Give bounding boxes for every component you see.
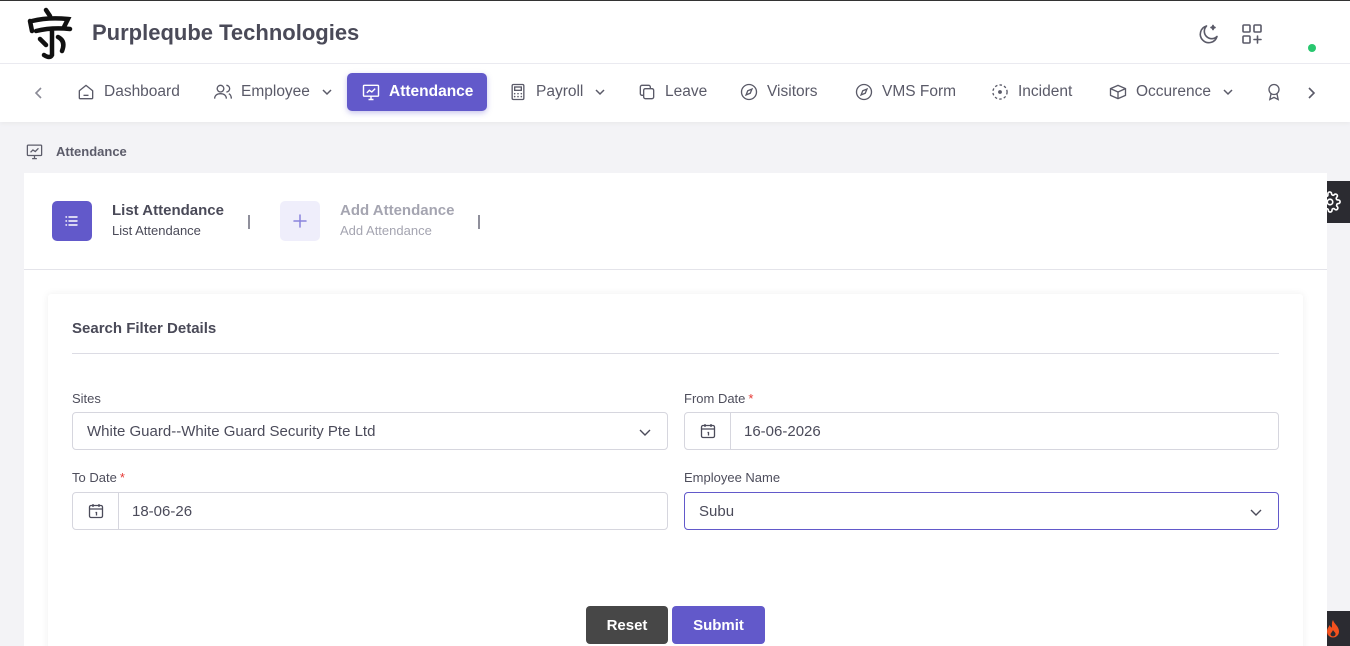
calendar-icon: [700, 424, 715, 439]
required-mark: *: [119, 470, 125, 485]
nav-label: Attendance: [389, 83, 474, 100]
breadcrumb: Attendance: [25, 142, 127, 161]
breadcrumb-label: Attendance: [56, 144, 127, 159]
compass-icon: [855, 83, 873, 101]
tab-list-attendance-subtitle: List Attendance: [112, 223, 201, 238]
divider: [72, 353, 1279, 354]
main-nav: Dashboard Employee Attendance Payroll Le…: [0, 64, 1350, 122]
nav-occurence[interactable]: Occurence: [1094, 73, 1249, 111]
nav-leave[interactable]: Leave: [623, 73, 721, 111]
calculator-icon: [511, 83, 525, 101]
nav-label: Employee: [241, 83, 310, 100]
compass-icon: [740, 83, 758, 101]
tab-add-attendance-subtitle: Add Attendance: [340, 223, 432, 238]
from-date-field[interactable]: 16-06-2026: [684, 412, 1279, 450]
apps-add-icon[interactable]: [1240, 22, 1264, 46]
nav-label: Leave: [665, 83, 708, 100]
tab-list-attendance-icon[interactable]: [52, 201, 92, 241]
nav-scroll-right-icon[interactable]: [1302, 84, 1320, 102]
calendar-button[interactable]: [73, 493, 119, 529]
brand-name: Purpleqube Technologies: [92, 20, 360, 45]
employee-name-select[interactable]: Subu: [684, 492, 1279, 530]
award-icon: [1268, 83, 1280, 101]
filter-title: Search Filter Details: [72, 320, 217, 337]
tab-add-attendance-icon[interactable]: [280, 201, 320, 241]
moon-icon[interactable]: [1197, 22, 1221, 46]
sites-value: White Guard--White Guard Security Pte Lt…: [87, 423, 376, 440]
sites-label: Sites: [72, 391, 101, 406]
nav-scroll-left-icon[interactable]: [30, 84, 48, 102]
reset-button[interactable]: Reset: [586, 606, 668, 644]
users-icon: [214, 84, 232, 99]
from-date-value: 16-06-2026: [744, 423, 821, 440]
attendance-tabs: List Attendance List Attendance Add Atte…: [24, 173, 1327, 270]
chevron-down-icon: [322, 89, 332, 96]
tab-add-attendance-title[interactable]: Add Attendance: [340, 202, 454, 219]
chevron-down-icon: [595, 89, 605, 96]
nav-label: VMS Form: [882, 83, 957, 100]
nav-incident[interactable]: Incident: [976, 73, 1086, 111]
tab-list-attendance-title[interactable]: List Attendance: [112, 202, 224, 219]
tab-separator: [478, 215, 480, 229]
monitor-chart-icon: [26, 144, 43, 160]
required-mark: *: [748, 391, 754, 406]
nav-employee[interactable]: Employee: [199, 73, 348, 111]
sites-select[interactable]: White Guard--White Guard Security Pte Lt…: [72, 412, 668, 450]
nav-label: Occurence: [1136, 83, 1211, 100]
to-date-field[interactable]: 18-06-26: [72, 492, 668, 530]
to-date-label: To Date *: [72, 470, 125, 485]
calendar-icon: [88, 504, 103, 519]
nav-label: Visitors: [767, 83, 818, 100]
nav-label: Incident: [1018, 83, 1073, 100]
nav-awards[interactable]: [1250, 73, 1298, 111]
employee-name-value: Subu: [699, 503, 735, 520]
chevron-down-icon: [639, 429, 651, 436]
nav-label: Dashboard: [104, 83, 180, 100]
top-header: Purpleqube Technologies: [0, 0, 1350, 64]
online-status-dot: [1308, 44, 1316, 52]
home-icon: [78, 84, 94, 100]
focus-icon: [992, 84, 1008, 100]
nav-payroll[interactable]: Payroll: [494, 73, 621, 111]
submit-button[interactable]: Submit: [672, 606, 765, 644]
employee-name-label: Employee Name: [684, 470, 781, 485]
list-icon: [65, 216, 78, 226]
box-icon: [1109, 84, 1127, 100]
attendance-card: List Attendance List Attendance Add Atte…: [24, 173, 1327, 646]
monitor-chart-icon: [362, 84, 380, 101]
nav-attendance[interactable]: Attendance: [347, 73, 488, 111]
nav-vms-form[interactable]: VMS Form: [840, 73, 970, 111]
search-filter-panel: Search Filter Details Sites White Guard-…: [48, 294, 1303, 646]
brand-logo[interactable]: [22, 7, 76, 61]
from-date-label: From Date *: [684, 391, 754, 406]
to-date-value: 18-06-26: [132, 503, 193, 520]
nav-dashboard[interactable]: Dashboard: [62, 73, 194, 111]
chevron-down-icon: [1250, 509, 1262, 516]
nav-visitors[interactable]: Visitors: [725, 73, 832, 111]
plus-icon: [293, 214, 307, 228]
nav-label: Payroll: [536, 83, 584, 100]
calendar-button[interactable]: [685, 413, 731, 449]
chevron-down-icon: [1223, 89, 1233, 96]
tab-separator: [248, 215, 250, 229]
copy-icon: [639, 84, 655, 100]
